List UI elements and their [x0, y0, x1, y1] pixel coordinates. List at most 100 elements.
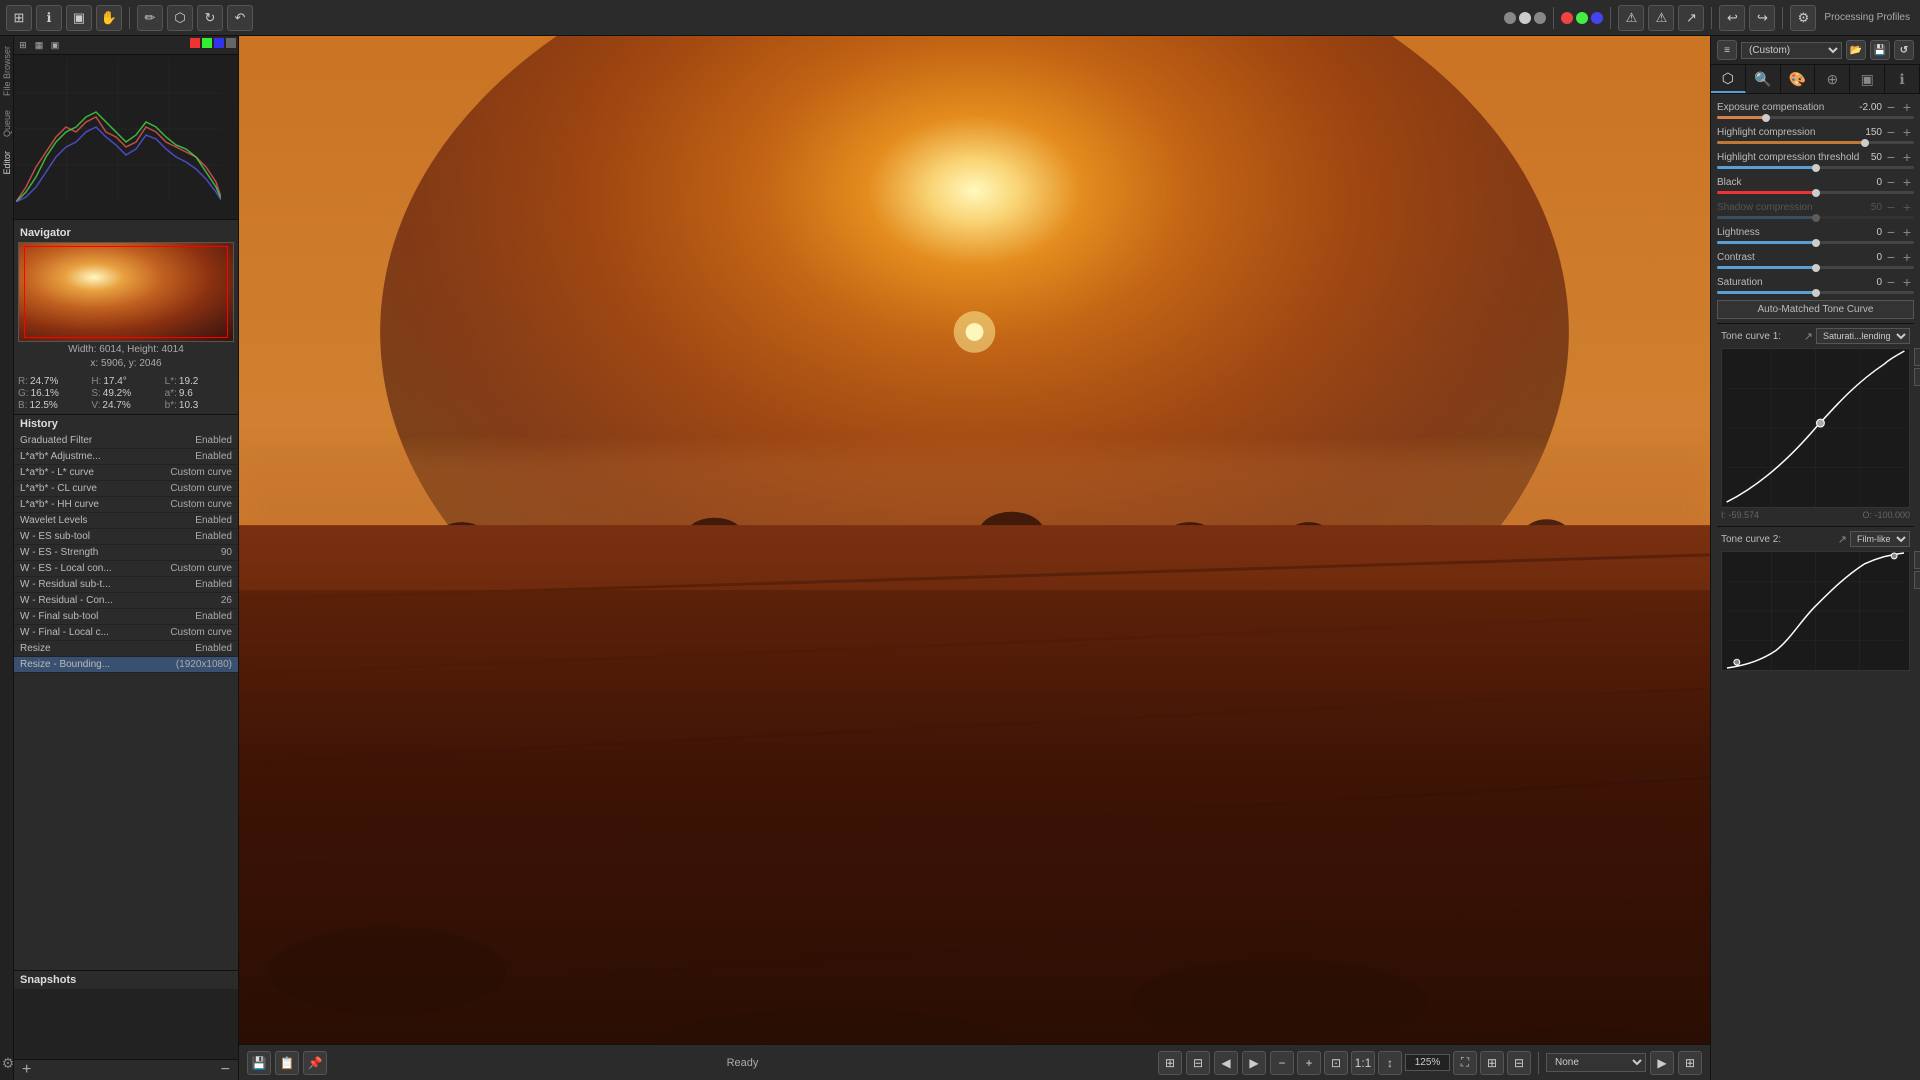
- highlight-threshold-slider[interactable]: [1717, 166, 1914, 169]
- highlight-compression-plus[interactable]: +: [1900, 125, 1914, 139]
- tone-curve-2-type[interactable]: Film-like: [1850, 531, 1910, 547]
- saturation-slider[interactable]: [1717, 291, 1914, 294]
- lightness-plus[interactable]: +: [1900, 225, 1914, 239]
- zoom-expand-btn[interactable]: ⊞: [1480, 1051, 1504, 1075]
- toolbar-layout-btn[interactable]: ⊞: [6, 5, 32, 31]
- exposure-compensation-plus[interactable]: +: [1900, 100, 1914, 114]
- black-plus[interactable]: +: [1900, 175, 1914, 189]
- toolbar-pencil-btn[interactable]: ✏: [137, 5, 163, 31]
- history-item[interactable]: W - Residual - Con...26: [14, 593, 238, 609]
- panel-icon-transform[interactable]: ⊕: [1815, 65, 1850, 93]
- history-item[interactable]: L*a*b* - CL curveCustom curve: [14, 481, 238, 497]
- history-item[interactable]: W - ES sub-toolEnabled: [14, 529, 238, 545]
- curve-1-node-remove[interactable]: −: [1914, 368, 1920, 386]
- toolbar-crop-btn[interactable]: ↶: [227, 5, 253, 31]
- saturation-plus[interactable]: +: [1900, 275, 1914, 289]
- history-item[interactable]: Graduated FilterEnabled: [14, 433, 238, 449]
- file-browser-tab[interactable]: File Browser: [1, 40, 13, 102]
- contrast-minus[interactable]: −: [1884, 250, 1898, 264]
- exposure-compensation-minus[interactable]: −: [1884, 100, 1898, 114]
- queue-tab[interactable]: Queue: [1, 104, 13, 143]
- curve-1-node-add[interactable]: +: [1914, 348, 1920, 366]
- histogram-btn-2[interactable]: ▦: [32, 38, 46, 52]
- zoom-100-btn[interactable]: 1:1: [1351, 1051, 1375, 1075]
- highlight-compression-minus[interactable]: −: [1884, 125, 1898, 139]
- bottom-zoom-fit-btn[interactable]: ⊞: [1158, 1051, 1182, 1075]
- lightness-slider[interactable]: [1717, 241, 1914, 244]
- settings-tab[interactable]: ⚙: [0, 1048, 16, 1076]
- toolbar-shape-btn[interactable]: ⬡: [167, 5, 193, 31]
- exposure-compensation-slider[interactable]: [1717, 116, 1914, 119]
- profile-dropdown[interactable]: None: [1546, 1053, 1646, 1072]
- editor-tab[interactable]: Editor: [1, 145, 13, 181]
- histogram-btn-1[interactable]: ⊞: [16, 38, 30, 52]
- toolbar-rotate-btn[interactable]: ↻: [197, 5, 223, 31]
- toolbar-warning-btn[interactable]: ⚠: [1618, 5, 1644, 31]
- profile-load-btn[interactable]: 📂: [1846, 40, 1866, 60]
- bottom-zoom-next-btn[interactable]: ▶: [1242, 1051, 1266, 1075]
- bottom-zoom-fill-btn[interactable]: ⊟: [1186, 1051, 1210, 1075]
- snapshot-add-btn[interactable]: +: [22, 1062, 31, 1078]
- zoom-dual-btn[interactable]: ⊟: [1507, 1051, 1531, 1075]
- curve-2-node-remove[interactable]: −: [1914, 571, 1920, 589]
- history-item[interactable]: W - Final - Local c...Custom curve: [14, 625, 238, 641]
- panel-icon-exposure[interactable]: ⬡: [1711, 65, 1746, 93]
- toolbar-info-btn[interactable]: ℹ: [36, 5, 62, 31]
- panel-icon-raw[interactable]: ▣: [1850, 65, 1885, 93]
- highlight-threshold-minus[interactable]: −: [1884, 150, 1898, 164]
- bottom-paste-btn[interactable]: 📌: [303, 1051, 327, 1075]
- tone-curve-2-canvas[interactable]: [1721, 551, 1910, 671]
- history-item[interactable]: W - Residual sub-t...Enabled: [14, 577, 238, 593]
- tone-curve-1-type[interactable]: Saturati...lending: [1816, 328, 1910, 344]
- black-minus[interactable]: −: [1884, 175, 1898, 189]
- bottom-copy-btn[interactable]: 📋: [275, 1051, 299, 1075]
- panel-icon-detail[interactable]: 🔍: [1746, 65, 1781, 93]
- profile-reset-btn[interactable]: ↺: [1894, 40, 1914, 60]
- history-item[interactable]: W - ES - Local con...Custom curve: [14, 561, 238, 577]
- tone-curve-1-canvas[interactable]: [1721, 348, 1910, 508]
- zoom-fullscreen-btn[interactable]: ⛶: [1453, 1051, 1477, 1075]
- zoom-in-btn[interactable]: +: [1297, 1051, 1321, 1075]
- history-list[interactable]: Graduated FilterEnabledL*a*b* Adjustme..…: [14, 433, 238, 970]
- lightness-minus[interactable]: −: [1884, 225, 1898, 239]
- panel-icon-color[interactable]: 🎨: [1781, 65, 1816, 93]
- image-area[interactable]: [239, 36, 1710, 1044]
- toolbar-hand-btn[interactable]: ✋: [96, 5, 122, 31]
- zoom-fit-btn[interactable]: ⊡: [1324, 1051, 1348, 1075]
- bottom-export-btn[interactable]: ▶: [1650, 1051, 1674, 1075]
- contrast-slider[interactable]: [1717, 266, 1914, 269]
- saturation-minus[interactable]: −: [1884, 275, 1898, 289]
- bottom-save-btn[interactable]: 💾: [247, 1051, 271, 1075]
- curve-2-node-add[interactable]: +: [1914, 551, 1920, 569]
- toolbar-settings-btn[interactable]: ⚙: [1790, 5, 1816, 31]
- profile-save-btn[interactable]: 💾: [1870, 40, 1890, 60]
- history-item[interactable]: L*a*b* - L* curveCustom curve: [14, 465, 238, 481]
- toolbar-preview-btn[interactable]: ▣: [66, 5, 92, 31]
- curve-1-o-val: O: -100.000: [1862, 510, 1910, 520]
- snapshot-remove-btn[interactable]: −: [221, 1062, 230, 1078]
- history-item[interactable]: L*a*b* - HH curveCustom curve: [14, 497, 238, 513]
- toolbar-undo-btn[interactable]: ↩: [1719, 5, 1745, 31]
- profile-select[interactable]: (Custom): [1741, 42, 1842, 59]
- history-item[interactable]: Resize - Bounding...(1920x1080): [14, 657, 238, 673]
- history-item[interactable]: L*a*b* Adjustme...Enabled: [14, 449, 238, 465]
- contrast-plus[interactable]: +: [1900, 250, 1914, 264]
- zoom-out-btn[interactable]: −: [1270, 1051, 1294, 1075]
- histogram-btn-3[interactable]: ▣: [48, 38, 62, 52]
- toolbar-redo-btn[interactable]: ↪: [1749, 5, 1775, 31]
- history-item[interactable]: W - ES - Strength90: [14, 545, 238, 561]
- highlight-compression-slider[interactable]: [1717, 141, 1914, 144]
- history-item[interactable]: Wavelet LevelsEnabled: [14, 513, 238, 529]
- highlight-threshold-plus[interactable]: +: [1900, 150, 1914, 164]
- profile-list-btn[interactable]: ≡: [1717, 40, 1737, 60]
- bottom-zoom-prev-btn[interactable]: ◀: [1214, 1051, 1238, 1075]
- toolbar-warning2-btn[interactable]: ⚠: [1648, 5, 1674, 31]
- toolbar-export-btn[interactable]: ↗: [1678, 5, 1704, 31]
- history-item[interactable]: W - Final sub-toolEnabled: [14, 609, 238, 625]
- history-item[interactable]: ResizeEnabled: [14, 641, 238, 657]
- zoom-fit2-btn[interactable]: ↕: [1378, 1051, 1402, 1075]
- black-slider[interactable]: [1717, 191, 1914, 194]
- bottom-batch-btn[interactable]: ⊞: [1678, 1051, 1702, 1075]
- panel-icon-meta[interactable]: ℹ: [1885, 65, 1920, 93]
- auto-tone-curve-btn[interactable]: Auto-Matched Tone Curve: [1717, 300, 1914, 319]
